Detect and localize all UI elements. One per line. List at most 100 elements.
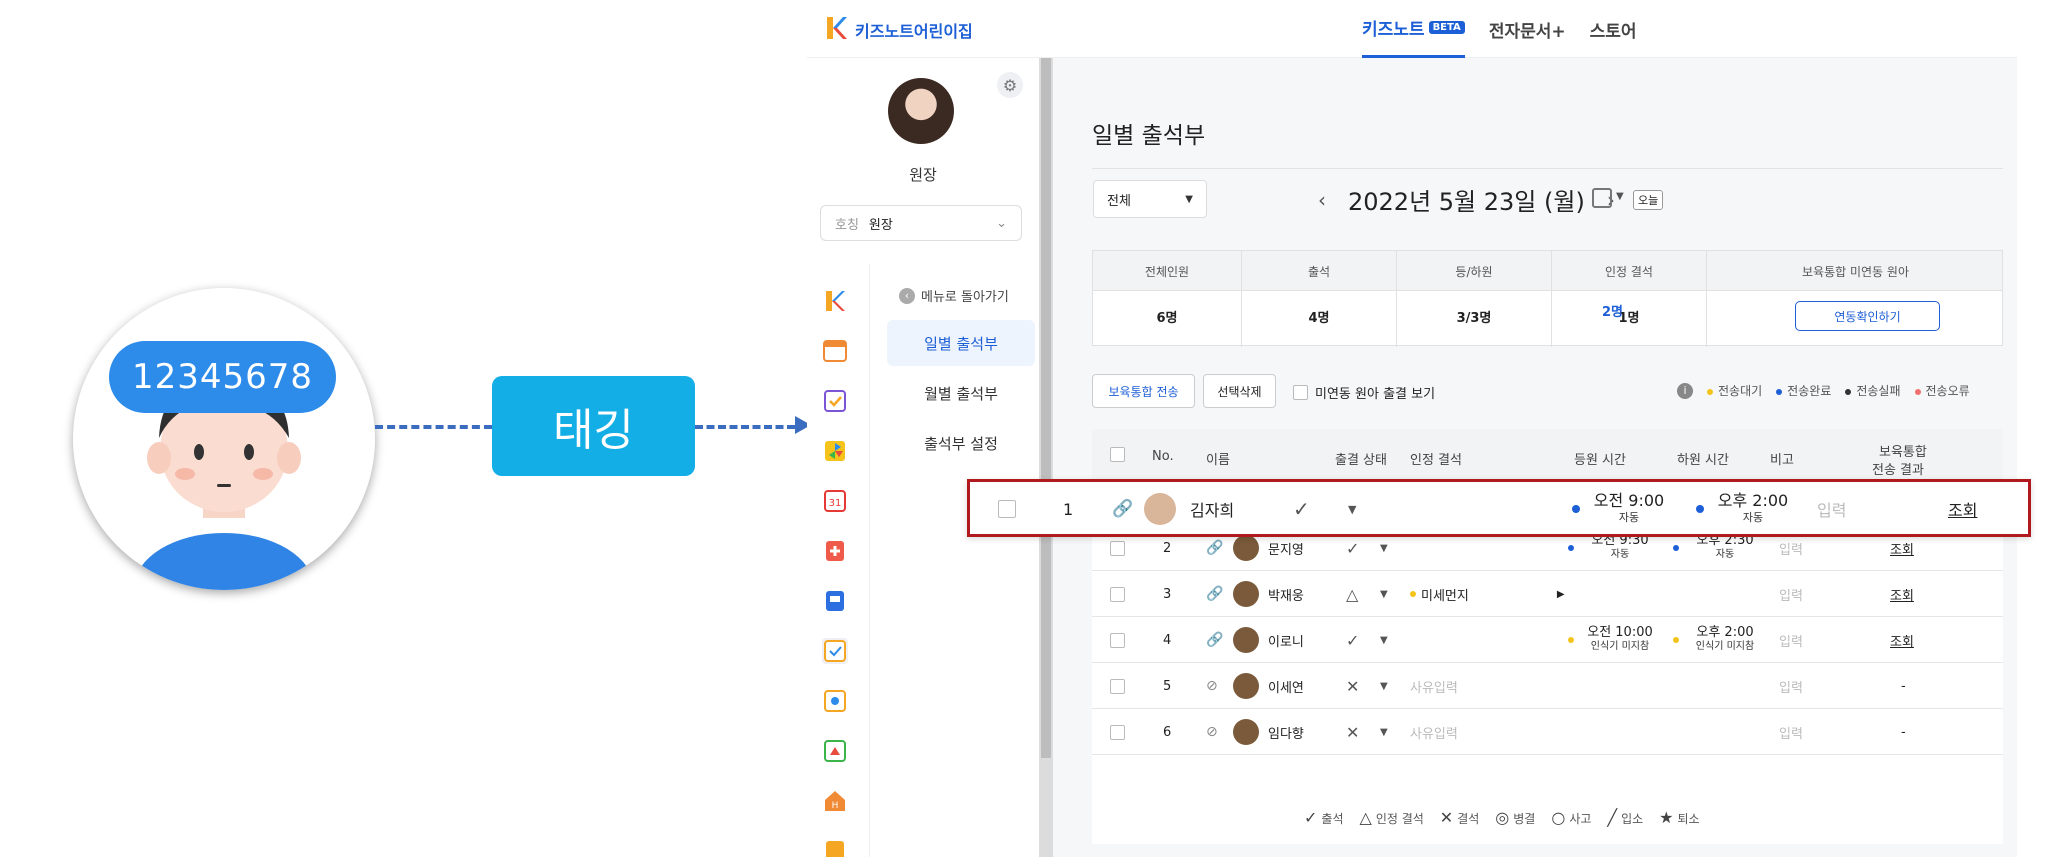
attendance-icon[interactable]: [822, 638, 848, 664]
send-result[interactable]: 조회: [1890, 571, 1914, 617]
summary-unlinked-value[interactable]: 2명: [1602, 301, 1623, 320]
send-result[interactable]: 조회: [1890, 617, 1914, 663]
status-legend-glyph-icon: ╱: [1607, 808, 1618, 827]
out-time[interactable]: 오후 2:00 인식기 미지참: [1685, 617, 1765, 663]
row-no: 4: [1163, 632, 1172, 648]
card-number-badge: 12345678: [109, 341, 336, 413]
check-link-button[interactable]: 연동확인하기: [1795, 301, 1940, 331]
photo-album-icon[interactable]: [822, 688, 848, 714]
scrollbar-thumb[interactable]: [1041, 58, 1051, 758]
unlink-icon: ⊘: [1206, 678, 1218, 694]
memo-input[interactable]: 입력: [1779, 663, 1803, 709]
row-checkbox[interactable]: [1110, 678, 1125, 694]
out-time-note: 자동: [1715, 549, 1735, 560]
nav-documents[interactable]: 전자문서+: [1489, 0, 1566, 58]
checklist-icon[interactable]: [822, 388, 848, 414]
excused-reason[interactable]: 사유입력: [1410, 709, 1458, 755]
col-no: No.: [1152, 449, 1174, 464]
row-checkbox[interactable]: [1110, 586, 1125, 602]
table-row[interactable]: 5 ⊘ 이세연 ✕ ▼ 사유입력 입력 -: [1092, 663, 2003, 709]
memo-input[interactable]: 입력: [1779, 709, 1803, 755]
back-to-menu-button[interactable]: ‹ 메뉴로 돌아가기: [899, 286, 1009, 305]
table-row[interactable]: 3 🔗 박재웅 △ ▼ 미세먼지 ▶ 입력 조회: [1092, 571, 2003, 617]
in-time[interactable]: 오전 9:00자동: [1584, 489, 1674, 529]
calendar-schedule-icon[interactable]: [822, 338, 848, 364]
submenu-attendance-settings[interactable]: 출석부 설정: [887, 420, 1035, 466]
nav-store[interactable]: 스토어: [1590, 0, 1637, 58]
out-time-value: 오후 2:00: [1696, 625, 1754, 640]
memo-input[interactable]: 입력: [1779, 617, 1803, 663]
activity-icon[interactable]: [822, 738, 848, 764]
send-integration-button[interactable]: 보육통합 전송: [1092, 374, 1195, 408]
submenu-daily-attendance[interactable]: 일별 출석부: [887, 320, 1035, 366]
row-name[interactable]: 박재웅: [1268, 571, 1304, 617]
profile-panel: ⚙ 원장 호칭 원장 ⌄: [807, 58, 1039, 264]
summary-unlinked-label: 보육통합 미연동 원아: [1802, 265, 1909, 279]
status-dropdown-icon[interactable]: ▼: [1380, 709, 1388, 755]
row-name[interactable]: 이로니: [1268, 617, 1304, 663]
class-filter-select[interactable]: 전체 ▼: [1093, 180, 1207, 218]
memo-input[interactable]: 입력: [1779, 571, 1803, 617]
link-icon: 🔗: [1206, 586, 1224, 602]
status-dropdown-icon[interactable]: ▼: [1348, 489, 1356, 529]
profile-avatar[interactable]: [888, 78, 954, 144]
row-name[interactable]: 김자희: [1190, 489, 1234, 529]
calendar-31-icon[interactable]: 31: [822, 488, 848, 514]
status-mark-icon: △: [1346, 584, 1359, 604]
table-row[interactable]: 4 🔗 이로니 ✓ ▼ 오전 10:00 인식기 미지참 오후 2:00 인식기 미…: [1092, 617, 2003, 663]
table-row[interactable]: 6 ⊘ 임다향 ✕ ▼ 사유입력 입력 -: [1092, 709, 2003, 755]
delete-selected-button[interactable]: 선택삭제: [1203, 374, 1276, 408]
status-mark-icon: ✓: [1346, 630, 1360, 650]
brand-name[interactable]: 키즈노트어린이집: [855, 18, 973, 42]
status-legend: ✓ 출석 △ 인정 결석 ✕ 결석 ◎ 병결 ○ 사고 ╱ 입소 ★ 퇴소: [1304, 808, 1700, 827]
reason-caret-icon[interactable]: ▶: [1557, 589, 1565, 600]
select-all-checkbox[interactable]: [1110, 447, 1125, 462]
row-name[interactable]: 임다향: [1268, 709, 1304, 755]
row-no: 5: [1163, 678, 1172, 694]
home-icon[interactable]: H: [822, 788, 848, 814]
memo-input[interactable]: 입력: [1817, 489, 1846, 529]
kidsnote-logo-icon: [827, 17, 847, 39]
today-button[interactable]: 오늘: [1633, 190, 1664, 210]
prev-day-button[interactable]: ‹: [1318, 188, 1326, 212]
status-dropdown-icon[interactable]: ▼: [1380, 663, 1388, 709]
nav-kidsnote[interactable]: 키즈노트 BETA: [1362, 0, 1465, 58]
col-status: 출결 상태: [1335, 453, 1387, 468]
out-time[interactable]: 오후 2:00자동: [1708, 489, 1798, 529]
status-legend-item: ✕ 결석: [1440, 808, 1480, 827]
send-result[interactable]: 조회: [1948, 489, 1977, 529]
status-mark-icon: ✕: [1346, 722, 1360, 742]
status-legend-glyph-icon: ✕: [1439, 808, 1454, 827]
row-checkbox[interactable]: [998, 500, 1016, 518]
row-name[interactable]: 이세연: [1268, 663, 1304, 709]
gear-icon[interactable]: ⚙: [997, 72, 1023, 98]
page-title: 일별 출석부: [1092, 123, 1206, 149]
kidsnote-home-icon[interactable]: [822, 288, 848, 314]
info-icon[interactable]: i: [1677, 382, 1693, 399]
menu-icon[interactable]: [822, 838, 848, 857]
row-checkbox[interactable]: [1110, 724, 1125, 740]
status-legend-item: ✓ 출석: [1304, 808, 1344, 827]
status-legend-glyph-icon: ★: [1659, 808, 1674, 827]
row-checkbox[interactable]: [1110, 632, 1125, 648]
status-dropdown-icon[interactable]: ▼: [1380, 617, 1388, 663]
excused-reason[interactable]: 미세먼지 ▶: [1410, 571, 1565, 617]
show-unlinked-checkbox[interactable]: [1293, 385, 1308, 400]
col-send-result: 전송 결과: [1872, 463, 1924, 478]
submenu-monthly-attendance[interactable]: 월별 출석부: [887, 370, 1035, 416]
medical-icon[interactable]: [822, 538, 848, 564]
summary-present: 출석 4명: [1242, 251, 1397, 347]
row-checkbox[interactable]: [1110, 540, 1125, 556]
legend-done: 전송완료: [1776, 382, 1831, 399]
calendar-icon[interactable]: [1592, 188, 1612, 208]
bus-icon[interactable]: [822, 588, 848, 614]
show-unlinked-toggle[interactable]: 미연동 원아 출결 보기: [1293, 383, 1435, 402]
calendar-caret-icon[interactable]: ▼: [1616, 191, 1624, 202]
excused-reason[interactable]: 사유입력: [1410, 663, 1458, 709]
in-time[interactable]: 오전 10:00 인식기 미지참: [1580, 617, 1660, 663]
pinwheel-icon[interactable]: [822, 438, 848, 464]
title-select[interactable]: 호칭 원장 ⌄: [820, 205, 1022, 241]
status-legend-glyph-icon: ✓: [1304, 808, 1318, 827]
summary-in-out-value: 3/3명: [1456, 311, 1492, 326]
status-dropdown-icon[interactable]: ▼: [1380, 571, 1388, 617]
